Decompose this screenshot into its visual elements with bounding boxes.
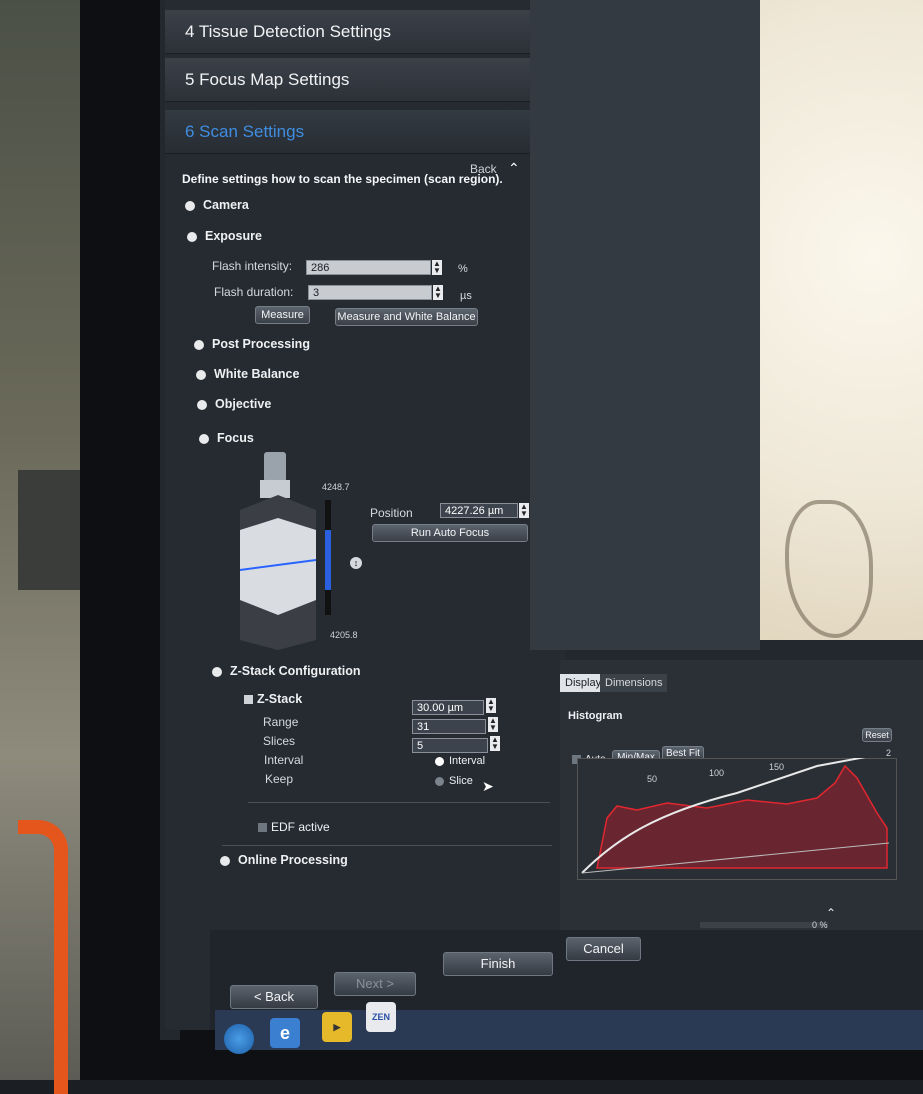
interval-label: Interval: [264, 753, 304, 767]
step-focus-map[interactable]: 5 Focus Map Settings: [165, 58, 530, 102]
post-processing-section-header[interactable]: Post Processing: [194, 337, 310, 351]
progress-bar: [700, 922, 828, 928]
online-processing-label: Online Processing: [238, 853, 348, 867]
online-processing-section-header[interactable]: Online Processing: [220, 853, 348, 867]
objective-label: Objective: [215, 397, 272, 411]
collapse-chevron-icon[interactable]: ⌃: [508, 160, 520, 177]
orange-cable: [18, 820, 68, 1094]
histogram-plot: [581, 758, 890, 874]
focus-scale-bottom: 4205.8: [330, 630, 358, 640]
histogram-tick-200: 2: [886, 748, 892, 758]
collapse-bullet-icon: [212, 666, 222, 677]
edf-active-checkbox[interactable]: EDF active: [258, 820, 330, 834]
collapse-bullet-icon: [187, 231, 197, 242]
section-divider: [222, 845, 552, 846]
interval-input[interactable]: 5: [412, 738, 488, 753]
exposure-section-header[interactable]: Exposure: [187, 229, 262, 243]
expand-bullet-icon: [194, 339, 204, 350]
edf-active-label: EDF active: [271, 820, 330, 834]
white-balance-label: White Balance: [214, 367, 300, 381]
position-input[interactable]: 4227.26 µm: [440, 503, 518, 518]
camera-label: Camera: [203, 198, 249, 212]
back-button[interactable]: < Back: [230, 985, 318, 1009]
zstack-checkbox[interactable]: Z-Stack: [244, 692, 302, 706]
post-processing-label: Post Processing: [212, 337, 310, 351]
interval-spinner[interactable]: ▲ ▼: [490, 736, 500, 751]
camera-section-header[interactable]: Camera: [185, 198, 249, 212]
flash-duration-unit: µs: [460, 290, 472, 302]
flash-duration-label: Flash duration:: [214, 285, 294, 299]
keep-interval-label: Interval: [449, 755, 486, 767]
expand-bullet-icon: [197, 399, 207, 410]
histogram-tick-150: 150: [769, 762, 785, 772]
flash-duration-input[interactable]: 3: [308, 285, 432, 300]
range-input[interactable]: 30.00 µm: [412, 700, 484, 715]
flash-duration-spinner[interactable]: ▲ ▼: [433, 285, 443, 300]
checkbox-checked-icon: [244, 695, 253, 705]
zstack-config-section-header[interactable]: Z-Stack Configuration: [212, 664, 361, 678]
slices-label: Slices: [263, 734, 296, 748]
keep-slice-label: Slice: [449, 775, 473, 787]
histogram-label: Histogram: [568, 710, 623, 722]
flash-intensity-label: Flash intensity:: [212, 259, 293, 273]
expand-bullet-icon: [220, 855, 230, 866]
expand-bullet-icon: [185, 200, 195, 211]
focus-slider-handle-icon[interactable]: ↕: [350, 557, 362, 569]
internet-explorer-icon[interactable]: e: [270, 1018, 300, 1048]
media-player-icon[interactable]: ▶: [322, 1012, 352, 1042]
collapse-bullet-icon: [199, 433, 209, 444]
focus-range-fill: [325, 530, 331, 590]
exposure-label: Exposure: [205, 229, 262, 243]
objective-stage-illustration: [239, 452, 317, 650]
reset-button[interactable]: Reset: [862, 728, 892, 742]
section-description: Define settings how to scan the specimen…: [182, 172, 503, 186]
position-label: Position: [370, 506, 413, 520]
keep-slice-radio[interactable]: Slice: [435, 775, 473, 787]
cancel-button[interactable]: Cancel: [566, 937, 641, 961]
zen-app-icon[interactable]: ZEN: [366, 1002, 396, 1032]
windows-start-icon[interactable]: [224, 1024, 254, 1054]
histogram-tick-100: 100: [709, 768, 725, 778]
radio-selected-icon: [435, 756, 444, 766]
focus-section-header[interactable]: Focus: [199, 431, 254, 445]
objective-section-header[interactable]: Objective: [197, 397, 271, 411]
focus-label: Focus: [217, 431, 254, 445]
white-balance-section-header[interactable]: White Balance: [196, 367, 299, 381]
finish-button[interactable]: Finish: [443, 952, 553, 976]
position-spinner[interactable]: ▲ ▼: [519, 503, 529, 518]
expand-bullet-icon: [196, 369, 206, 380]
slices-input[interactable]: 31: [412, 719, 486, 734]
viewer-gap: [530, 0, 760, 650]
tab-dimensions[interactable]: Dimensions: [600, 674, 668, 692]
flash-intensity-spinner[interactable]: ▲ ▼: [432, 260, 442, 275]
histogram-tick-50: 50: [647, 774, 658, 784]
slices-spinner[interactable]: ▲ ▼: [488, 717, 498, 732]
zstack-config-label: Z-Stack Configuration: [230, 664, 361, 678]
checkbox-unchecked-icon: [258, 823, 267, 833]
step-scan-settings[interactable]: 6 Scan Settings: [165, 110, 530, 154]
zstack-divider: [248, 802, 550, 803]
flash-intensity-input[interactable]: 286: [306, 260, 431, 275]
zstack-label: Z-Stack: [257, 692, 303, 706]
run-auto-focus-button[interactable]: Run Auto Focus: [372, 524, 528, 542]
keep-label: Keep: [265, 772, 294, 786]
keep-interval-radio[interactable]: Interval: [435, 755, 485, 767]
flash-intensity-unit: %: [458, 263, 468, 275]
zen-app-label: ZEN: [372, 1012, 390, 1022]
chevron-up-icon[interactable]: ⌃: [826, 906, 836, 920]
next-button: Next >: [334, 972, 416, 996]
range-label: Range: [263, 715, 299, 729]
mouse-cursor-icon: ➤: [482, 778, 494, 794]
progress-text: 0 %: [812, 920, 828, 930]
step-tissue-detection[interactable]: 4 Tissue Detection Settings: [165, 10, 530, 54]
focus-scale-top: 4248.7: [322, 482, 350, 492]
radio-unselected-icon: [435, 776, 444, 786]
measure-white-balance-button[interactable]: Measure and White Balance: [335, 308, 478, 326]
measure-button[interactable]: Measure: [255, 306, 310, 324]
range-spinner[interactable]: ▲ ▼: [486, 698, 496, 713]
